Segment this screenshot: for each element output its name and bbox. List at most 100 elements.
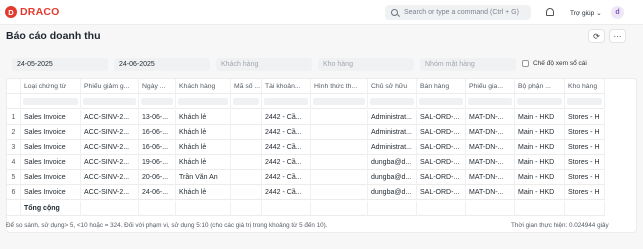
table-cell[interactable]: [231, 140, 262, 155]
table-cell[interactable]: Main - HKD: [515, 125, 565, 140]
table-cell[interactable]: ACC-SINV-2...: [81, 125, 139, 140]
table-cell[interactable]: SAL-ORD-...: [417, 185, 466, 200]
table-cell[interactable]: 2442 - Cầ...: [262, 125, 311, 140]
table-cell[interactable]: MAT-DN-...: [466, 110, 515, 125]
table-cell[interactable]: 13-06-...: [139, 110, 176, 125]
table-cell[interactable]: [231, 110, 262, 125]
table-cell[interactable]: Sales Invoice: [21, 140, 81, 155]
table-cell[interactable]: Stores - H: [565, 110, 605, 125]
table-cell[interactable]: 19-06-...: [139, 155, 176, 170]
ledger-mode-checkbox[interactable]: [522, 60, 529, 67]
customer-field[interactable]: Khách hàng: [216, 58, 312, 71]
table-cell[interactable]: Sales Invoice: [21, 125, 81, 140]
column-header[interactable]: Khách hàng: [176, 79, 231, 94]
table-row[interactable]: 1 Sales Invoice ACC-SINV-2... 13-06-... Khác…: [7, 110, 605, 125]
table-cell[interactable]: Administrat...: [368, 140, 417, 155]
from-date-field[interactable]: 24-05-2025: [12, 58, 108, 71]
table-cell[interactable]: 2442 - Cầ...: [262, 185, 311, 200]
table-cell[interactable]: ACC-SINV-2...: [81, 185, 139, 200]
table-cell[interactable]: Khách lẻ: [176, 140, 231, 155]
table-cell[interactable]: [231, 170, 262, 185]
column-filter-input[interactable]: [264, 98, 308, 105]
more-menu-button[interactable]: ···: [609, 29, 626, 43]
table-cell[interactable]: Administrat...: [368, 125, 417, 140]
table-cell[interactable]: Sales Invoice: [21, 110, 81, 125]
column-header[interactable]: Ngày ...: [139, 79, 176, 94]
table-cell[interactable]: 16-06-...: [139, 140, 176, 155]
brand[interactable]: D DRACO: [5, 6, 60, 18]
table-cell[interactable]: MAT-DN-...: [466, 185, 515, 200]
table-cell[interactable]: Main - HKD: [515, 185, 565, 200]
table-row[interactable]: 3 Sales Invoice ACC-SINV-2... 16-06-... Khác…: [7, 140, 605, 155]
table-cell[interactable]: MAT-DN-...: [466, 155, 515, 170]
table-cell[interactable]: [231, 125, 262, 140]
table-cell[interactable]: SAL-ORD-...: [417, 110, 466, 125]
table-cell[interactable]: ACC-SINV-2...: [81, 110, 139, 125]
column-header[interactable]: Loại chứng từ: [21, 79, 81, 94]
table-cell[interactable]: MAT-DN-...: [466, 140, 515, 155]
column-header[interactable]: Chủ sở hữu: [368, 79, 417, 94]
avatar[interactable]: d: [611, 6, 624, 19]
table-row[interactable]: 2 Sales Invoice ACC-SINV-2... 16-06-... Khác…: [7, 125, 605, 140]
table-cell[interactable]: Stores - H: [565, 170, 605, 185]
table-cell[interactable]: SAL-ORD-...: [417, 170, 466, 185]
column-filter-input[interactable]: [233, 98, 259, 105]
column-header[interactable]: Hình thức th...: [311, 79, 368, 94]
table-cell[interactable]: Khách lẻ: [176, 110, 231, 125]
table-cell[interactable]: 2442 - Cầ...: [262, 170, 311, 185]
table-cell[interactable]: SAL-ORD-...: [417, 125, 466, 140]
table-cell[interactable]: dungba@d...: [368, 185, 417, 200]
column-filter-input[interactable]: [468, 98, 512, 105]
table-row[interactable]: 4 Sales Invoice ACC-SINV-2... 19-06-... Khác…: [7, 155, 605, 170]
table-cell[interactable]: 24-06-...: [139, 185, 176, 200]
column-filter-input[interactable]: [419, 98, 463, 105]
warehouse-field[interactable]: Kho hàng: [318, 58, 414, 71]
table-cell[interactable]: MAT-DN-...: [466, 170, 515, 185]
table-cell[interactable]: dungba@d...: [368, 155, 417, 170]
column-header[interactable]: Bộ phận ...: [515, 79, 565, 94]
table-row[interactable]: 6 Sales Invoice ACC-SINV-2... 24-06-... Khác…: [7, 185, 605, 200]
table-cell[interactable]: Main - HKD: [515, 155, 565, 170]
table-cell[interactable]: [311, 185, 368, 200]
table-cell[interactable]: Sales Invoice: [21, 155, 81, 170]
table-cell[interactable]: 16-06-...: [139, 125, 176, 140]
column-header[interactable]: [7, 79, 21, 94]
table-cell[interactable]: ACC-SINV-2...: [81, 140, 139, 155]
help-dropdown[interactable]: Trợ giúp ⌄: [570, 9, 602, 18]
table-cell[interactable]: [231, 185, 262, 200]
table-cell[interactable]: Main - HKD: [515, 140, 565, 155]
column-header[interactable]: Phiếu giảm g...: [81, 79, 139, 94]
table-cell[interactable]: SAL-ORD-...: [417, 155, 466, 170]
table-cell[interactable]: Main - HKD: [515, 170, 565, 185]
row-number[interactable]: 3: [7, 140, 21, 155]
column-filter-input[interactable]: [517, 98, 562, 105]
column-header[interactable]: Bán hàng: [417, 79, 466, 94]
to-date-field[interactable]: 24-06-2025: [114, 58, 210, 71]
column-filter-input[interactable]: [370, 98, 414, 105]
column-filter-input[interactable]: [178, 98, 228, 105]
table-cell[interactable]: ACC-SINV-2...: [81, 155, 139, 170]
table-cell[interactable]: [311, 110, 368, 125]
refresh-button[interactable]: ⟳: [588, 29, 605, 43]
row-number[interactable]: 6: [7, 185, 21, 200]
table-cell[interactable]: SAL-ORD-...: [417, 140, 466, 155]
column-header[interactable]: Tài khoản...: [262, 79, 311, 94]
column-filter-input[interactable]: [141, 98, 173, 105]
table-cell[interactable]: 2442 - Cầ...: [262, 155, 311, 170]
table-cell[interactable]: [231, 155, 262, 170]
table-cell[interactable]: Administrat...: [368, 110, 417, 125]
table-cell[interactable]: Stores - H: [565, 155, 605, 170]
table-cell[interactable]: MAT-DN-...: [466, 125, 515, 140]
table-cell[interactable]: Stores - H: [565, 185, 605, 200]
table-cell[interactable]: Trần Văn An: [176, 170, 231, 185]
table-cell[interactable]: [311, 155, 368, 170]
table-cell[interactable]: Sales Invoice: [21, 185, 81, 200]
table-cell[interactable]: Khách lẻ: [176, 155, 231, 170]
row-number[interactable]: 2: [7, 125, 21, 140]
row-number[interactable]: 5: [7, 170, 21, 185]
ledger-mode-toggle[interactable]: Chế độ xem sổ cái: [522, 60, 587, 67]
table-cell[interactable]: 20-06-...: [139, 170, 176, 185]
table-cell[interactable]: Stores - H: [565, 140, 605, 155]
table-cell[interactable]: Main - HKD: [515, 110, 565, 125]
table-cell[interactable]: dungba@d...: [368, 170, 417, 185]
